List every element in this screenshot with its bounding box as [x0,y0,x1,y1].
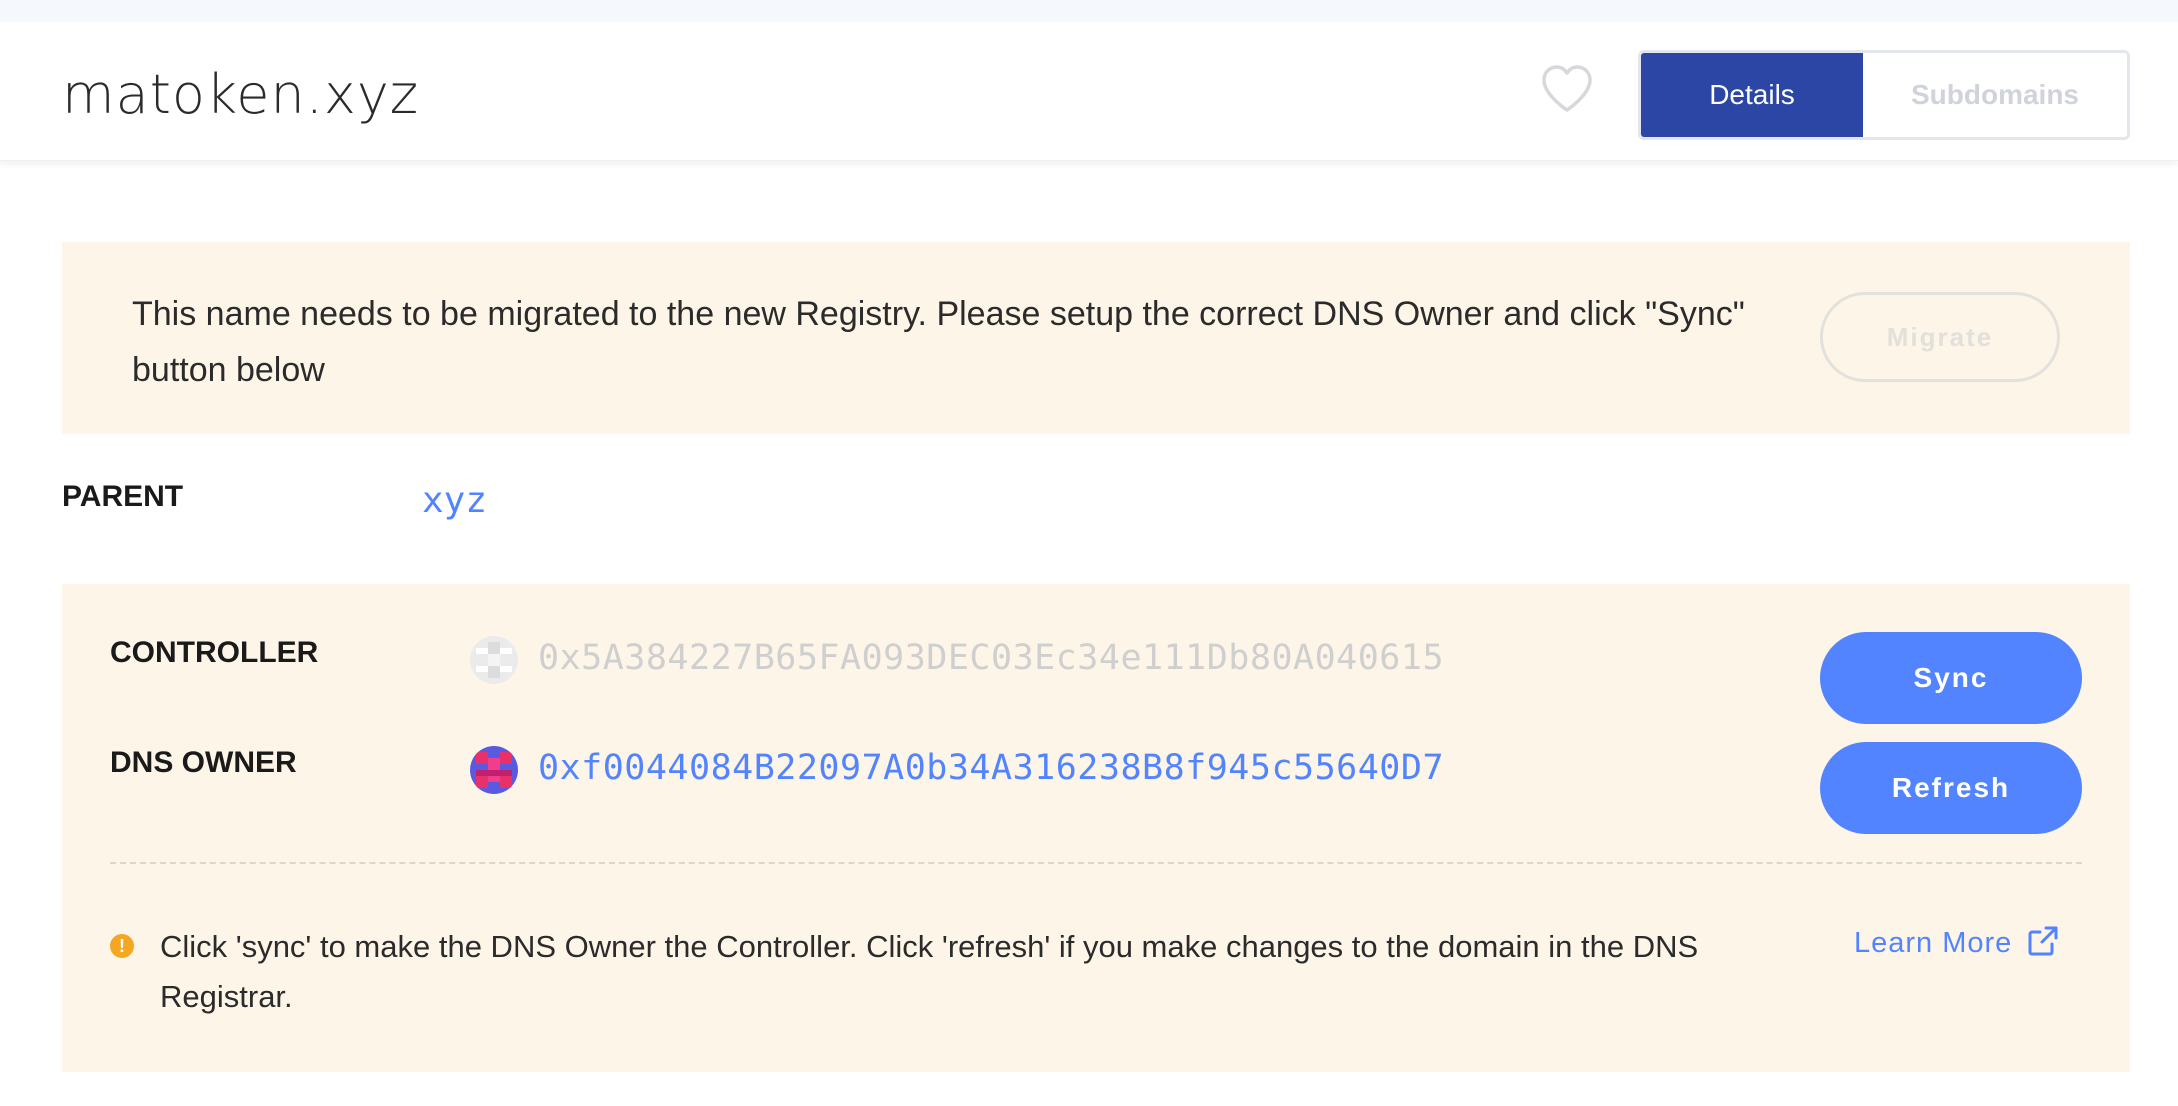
migrate-button[interactable]: Migrate [1820,292,2060,382]
domain-title: matoken.xyz [62,63,420,126]
sync-hint: Click 'sync' to make the DNS Owner the C… [160,929,1699,1014]
learn-more-label: Learn More [1854,926,2013,959]
dns-owner-avatar [470,746,518,794]
migration-notice: This name needs to be migrated to the ne… [62,242,2130,434]
tab-subdomains[interactable]: Subdomains [1863,53,2127,137]
parent-label: PARENT [62,480,184,513]
controller-label: CONTROLLER [110,636,319,669]
dns-panel: CONTROLLER 0x5A384227B65FA093DEC03Ec34e1… [62,584,2130,1072]
warning-icon: ! [110,934,134,958]
parent-row: PARENT xyz [62,470,2130,530]
sync-button[interactable]: Sync [1820,632,2082,724]
migration-message: This name needs to be migrated to the ne… [132,295,1745,389]
controller-address: 0x5A384227B65FA093DEC03Ec34e111Db80A0406… [538,638,1445,678]
tab-details[interactable]: Details [1641,53,1863,137]
dns-owner-label: DNS OWNER [110,746,297,779]
heart-outline-icon[interactable] [1538,60,1596,118]
tab-bar: Details Subdomains [1638,50,2130,140]
top-strip [0,0,2178,22]
parent-link[interactable]: xyz [422,480,487,521]
refresh-button[interactable]: Refresh [1820,742,2082,834]
learn-more-link[interactable]: Learn More [1854,924,2060,962]
controller-avatar [470,636,518,684]
header: matoken.xyz Details Subdomains [0,22,2178,161]
external-link-icon [2026,924,2060,962]
dashed-divider [110,862,2082,864]
dns-owner-address[interactable]: 0xf0044084B22097A0b34A316238B8f945c55640… [538,748,1444,788]
